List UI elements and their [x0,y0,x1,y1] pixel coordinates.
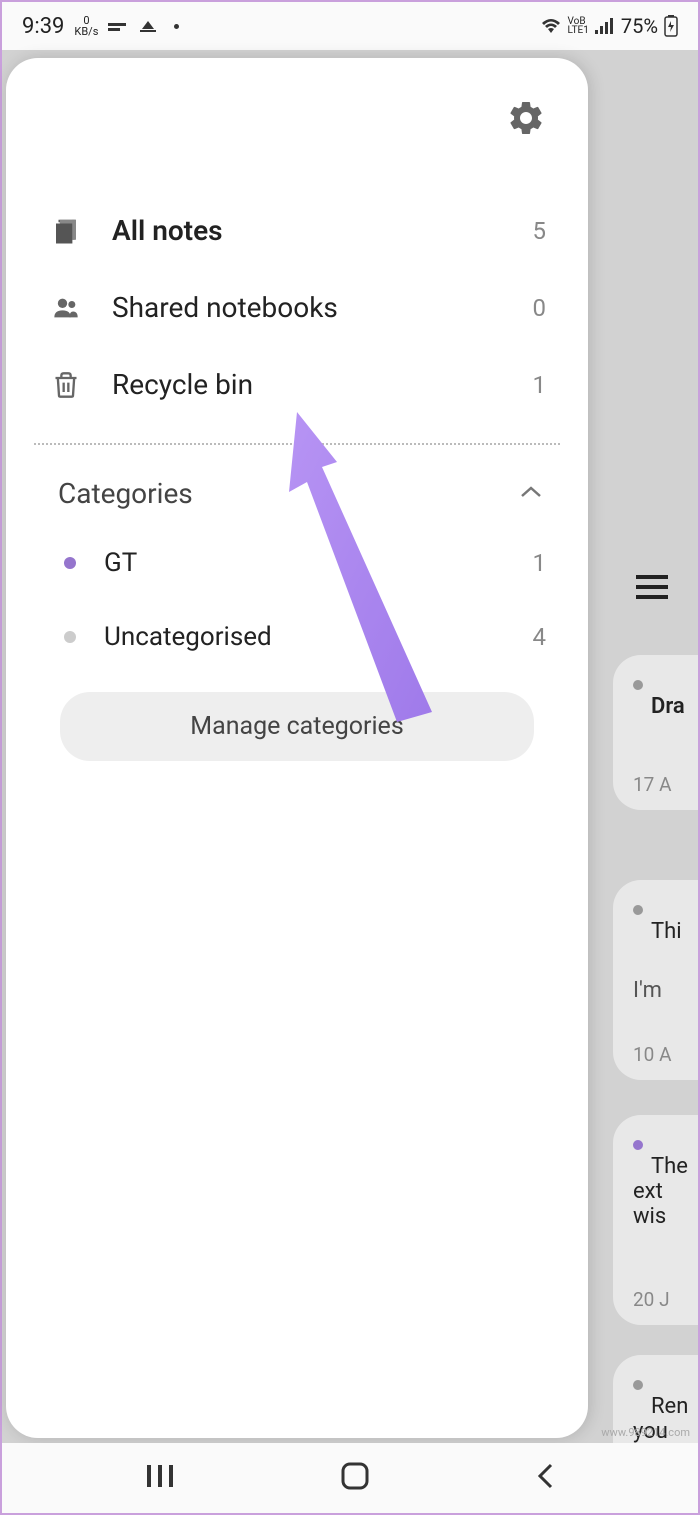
note-title: The [651,1154,688,1179]
drawer-item-shared-notebooks[interactable]: Shared notebooks 0 [34,269,560,346]
notes-icon [48,216,84,246]
drawer-item-label: All notes [112,214,505,247]
chevron-up-icon [520,484,542,503]
recents-button[interactable] [145,1463,175,1493]
weather-icon [138,17,158,35]
people-icon [48,294,84,322]
status-indicator-icon [108,19,128,33]
lte-indicator: VoBLTE1 [568,17,589,35]
hamburger-icon[interactable] [636,575,668,603]
battery-icon [664,15,678,37]
status-bar: 9:39 0 KB/s VoBLTE1 75% [2,2,698,50]
category-item-uncategorised[interactable]: Uncategorised 4 [34,600,560,674]
battery-percent: 75% [621,14,658,38]
note-date: 20 J [633,1288,670,1311]
note-preview: I'm [633,978,662,1003]
note-dot-icon [633,680,643,690]
note-preview: wis [633,1204,666,1229]
divider [34,443,560,445]
drawer-item-recycle-bin[interactable]: Recycle bin 1 [34,346,560,423]
note-card[interactable]: Thi I'm 10 A [613,880,698,1080]
note-dot-icon [633,905,643,915]
note-title: Thi [651,919,682,944]
drawer-item-label: Shared notebooks [112,291,505,324]
data-speed-indicator: 0 KB/s [74,15,98,37]
note-date: 10 A [633,1043,671,1066]
navigation-drawer: All notes 5 Shared notebooks 0 Recycle b… [6,58,588,1438]
home-button[interactable] [340,1461,370,1495]
category-bullet-icon [64,557,76,569]
watermark: www.989214.com [601,1426,690,1439]
categories-header[interactable]: Categories [34,457,560,526]
note-title: Ren [651,1394,688,1419]
note-preview: ext [633,1179,663,1204]
note-date: 17 A [633,773,671,796]
drawer-item-label: Recycle bin [112,368,505,401]
category-item-gt[interactable]: GT 1 [34,526,560,600]
signal-icon [595,18,615,34]
manage-categories-button[interactable]: Manage categories [60,692,533,761]
back-button[interactable] [535,1462,555,1494]
drawer-item-count: 1 [533,371,547,399]
status-time: 9:39 [22,14,64,39]
category-label: GT [104,548,505,578]
category-count: 1 [533,549,547,577]
wifi-icon [540,17,562,35]
category-bullet-icon [64,631,76,643]
drawer-item-all-notes[interactable]: All notes 5 [34,192,560,269]
category-label: Uncategorised [104,622,505,652]
drawer-item-count: 5 [533,217,547,245]
note-dot-icon [633,1140,643,1150]
category-count: 4 [533,623,547,651]
categories-title: Categories [58,477,193,510]
note-dot-icon [633,1380,643,1390]
note-card[interactable]: Dra 17 A [613,655,698,810]
drawer-item-count: 0 [533,294,547,322]
note-title: Dra [651,694,685,719]
dot-indicator-icon [174,24,179,29]
settings-icon[interactable] [506,98,546,142]
trash-icon [48,370,84,400]
android-nav-bar [2,1443,698,1513]
note-card[interactable]: The ext wis 20 J [613,1115,698,1325]
